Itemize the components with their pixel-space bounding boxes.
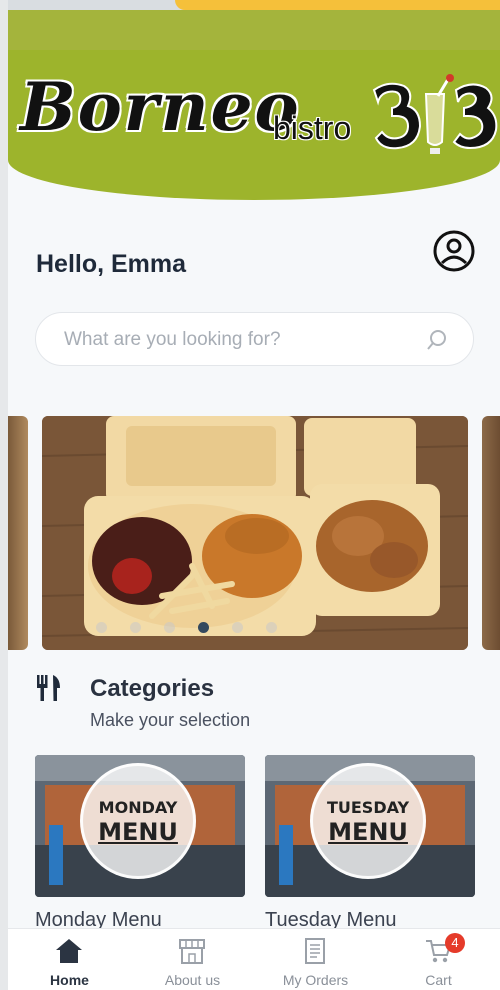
fork-knife-icon [37,675,60,701]
carousel-slide-prev[interactable] [8,416,28,650]
carousel-slide-next[interactable] [482,416,500,650]
greeting-text: Hello, Emma [36,250,187,278]
store-icon [179,939,205,964]
nav-label: About us [164,972,221,988]
home-icon [56,939,82,963]
search-input[interactable]: What are you looking for? [35,312,474,366]
menu-badge: MONDAY MENU [80,763,196,879]
logo-text: Borneo [20,68,301,146]
carousel-dot[interactable] [232,622,243,633]
logo-mark-icon [372,74,498,154]
category-card-monday[interactable]: MONDAY MENU [35,755,245,897]
header: Borneo bistro [8,10,500,205]
search-icon[interactable] [426,329,448,351]
logo-subtext: bistro [273,110,352,146]
app-screen: Borneo bistro Hello, Emma What are you l… [8,10,500,990]
menu-badge: TUESDAY MENU [310,763,426,879]
user-circle-icon[interactable] [432,229,476,273]
food-photo [42,416,468,650]
menu-badge-day: MONDAY [98,798,178,817]
nav-label: My Orders [282,972,349,988]
promo-carousel[interactable] [8,416,500,650]
menu-badge-menu: MENU [98,818,178,846]
nav-about-us[interactable]: About us [131,929,254,990]
nav-my-orders[interactable]: My Orders [254,929,377,990]
nav-home[interactable]: Home [8,929,131,990]
categories-subtitle: Make your selection [90,710,251,730]
cart-badge: 4 [445,933,465,953]
orders-icon [305,938,325,964]
carousel-dot[interactable] [164,622,175,633]
categories-title: Categories [90,675,215,702]
bottom-navigation: Home About us My Orders 4 Cart [8,928,500,990]
carousel-dot[interactable] [130,622,141,633]
header-top-bar [8,10,500,50]
top-accent [175,0,500,10]
carousel-dot[interactable] [96,622,107,633]
carousel-slide-active[interactable] [42,416,468,650]
carousel-dot[interactable] [266,622,277,633]
category-card-tuesday[interactable]: TUESDAY MENU [265,755,475,897]
nav-label: Cart [425,972,452,988]
nav-label: Home [50,972,89,988]
menu-badge-day: TUESDAY [326,798,410,817]
nav-cart[interactable]: 4 Cart [377,929,500,990]
carousel-dot-active[interactable] [198,622,209,633]
carousel-indicators [42,622,468,636]
menu-badge-menu: MENU [328,818,408,846]
background-strip [0,0,8,990]
search-placeholder: What are you looking for? [64,329,281,350]
